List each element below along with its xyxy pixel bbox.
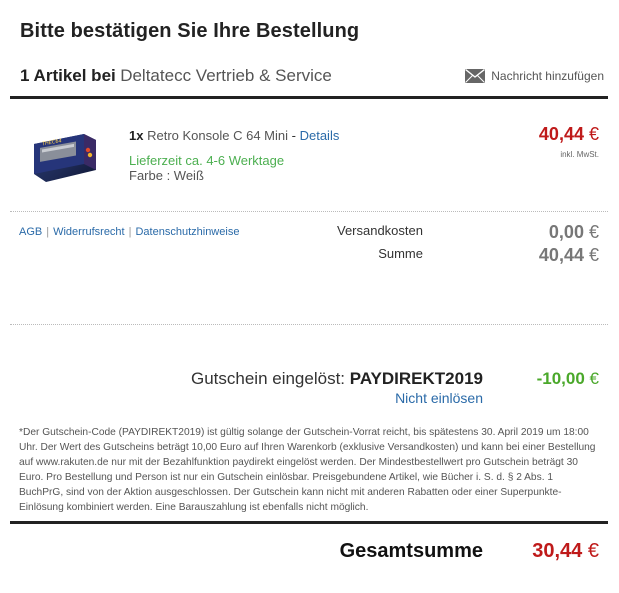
item-price: 40,44 € [539, 124, 599, 145]
seller-name: Deltatecc Vertrieb & Service [120, 66, 332, 85]
coupon-applied-line: Gutschein eingelöst: PAYDIREKT2019 [191, 369, 483, 389]
item-price-value: 40,44 [538, 124, 584, 144]
coupon-discount-value: -10,00 [536, 369, 585, 388]
subtotal-currency: € [588, 245, 599, 265]
delivery-time: Lieferzeit ca. 4-6 Werktage [129, 153, 285, 168]
coupon-code: PAYDIREKT2019 [349, 369, 483, 388]
title-separator: - [291, 128, 296, 143]
summary-divider [10, 324, 608, 325]
item-price-currency: € [588, 124, 599, 144]
agb-link[interactable]: AGB [19, 226, 42, 238]
envelope-icon [465, 69, 486, 83]
order-confirmation-panel: Bitte bestätigen Sie Ihre Bestellung 1 A… [0, 0, 619, 593]
grand-total: 30,44 € [532, 540, 599, 563]
item-quantity: 1x [129, 128, 144, 143]
item-divider [10, 211, 608, 212]
product-name: Retro Konsole C 64 Mini [147, 128, 288, 143]
seller-header: 1 Artikel bei Deltatecc Vertrieb & Servi… [20, 66, 604, 88]
coupon-disclaimer: *Der Gutschein-Code (PAYDIREKT2019) ist … [19, 427, 596, 513]
grand-total-currency: € [587, 540, 599, 562]
item-count-label: 1 Artikel bei [20, 66, 116, 85]
coupon-discount: -10,00 € [537, 369, 599, 389]
vat-note: inkl. MwSt. [560, 150, 599, 159]
shipping-cost: 0,00 € [549, 222, 599, 243]
product-details-link[interactable]: Details [300, 128, 340, 143]
remove-coupon-link[interactable]: Nicht einlösen [395, 390, 483, 406]
legal-links: AGB | Widerrufsrecht | Datenschutzhinwei… [19, 226, 239, 238]
header-divider [10, 96, 608, 99]
grand-total-label: Gesamtsumme [339, 540, 483, 562]
product-title-line: 1x Retro Konsole C 64 Mini - Details [129, 128, 339, 143]
link-separator: | [128, 226, 132, 238]
page-title: Bitte bestätigen Sie Ihre Bestellung [20, 20, 360, 42]
link-separator: | [46, 226, 50, 238]
subtotal: 40,44 € [539, 245, 599, 266]
coupon-label: Gutschein eingelöst: [190, 369, 346, 388]
coupon-discount-currency: € [589, 369, 599, 388]
total-divider [10, 521, 608, 524]
add-message-label: Nachricht hinzufügen [491, 69, 604, 83]
shipping-label: Versandkosten [336, 223, 423, 238]
product-variant: Farbe : Weiß [129, 168, 204, 183]
widerrufsrecht-link[interactable]: Widerrufsrecht [53, 226, 125, 238]
subtotal-value: 40,44 [538, 245, 584, 265]
grand-total-value: 30,44 [532, 540, 583, 562]
sum-label: Summe [378, 246, 423, 261]
datenschutz-link[interactable]: Datenschutzhinweise [135, 226, 239, 238]
add-message-link[interactable]: Nachricht hinzufügen [465, 69, 604, 83]
product-image[interactable]: THEC64 [28, 126, 100, 188]
shipping-cost-value: 0,00 [548, 222, 584, 242]
shipping-cost-currency: € [588, 222, 599, 242]
